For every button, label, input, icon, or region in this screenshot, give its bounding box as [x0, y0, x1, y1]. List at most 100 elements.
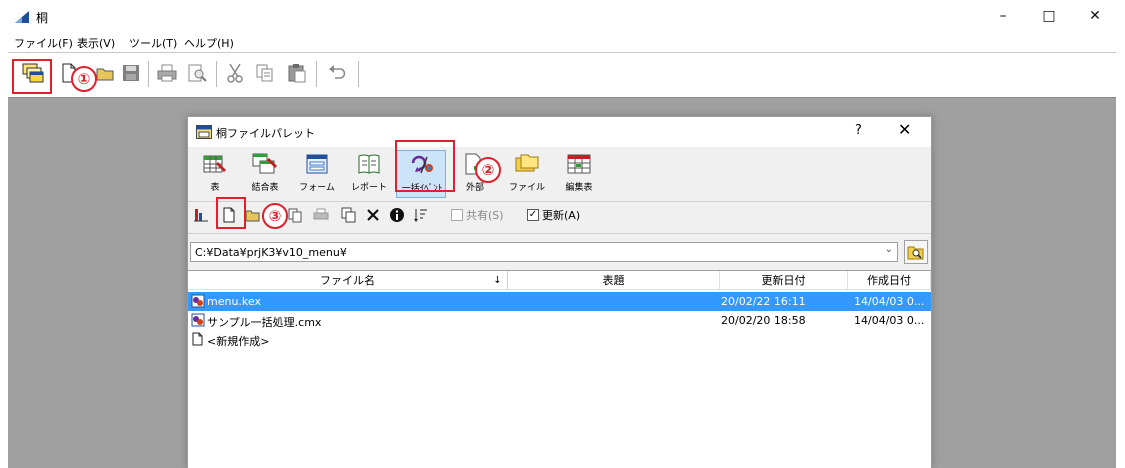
file-row[interactable]: menu.kex 20/02/22 16:11 14/04/03 0... — [188, 292, 931, 311]
category-edit-table[interactable]: 編集表 — [554, 150, 604, 198]
category-joined-table-label: 結合表 — [251, 183, 279, 193]
dialog-delete-button[interactable] — [362, 203, 384, 227]
file-row[interactable]: <新規作成> — [188, 330, 931, 349]
maximize-button[interactable]: □ — [1026, 0, 1072, 32]
shared-checkbox-box — [451, 209, 463, 221]
cut-icon — [227, 63, 243, 83]
paste-icon — [288, 64, 306, 83]
menu-bar: ファイル(F) 表示(V) ツール(T) ヘルプ(H) — [0, 33, 1125, 53]
file-updated: 20/02/22 16:11 — [721, 295, 806, 308]
folder-path-text: C:¥Data¥prjK3¥v10_menu¥ — [195, 246, 347, 259]
step-badge-2: ② — [475, 157, 501, 183]
minimize-button[interactable]: – — [980, 0, 1026, 32]
edit-table-icon — [567, 154, 591, 174]
menu-divider — [8, 52, 1116, 53]
main-toolbar — [8, 55, 1116, 95]
file-palette-icon — [196, 125, 212, 139]
copy-file-icon — [288, 208, 302, 223]
dialog-close-button[interactable]: ✕ — [898, 120, 911, 139]
folder-path-combobox[interactable]: C:¥Data¥prjK3¥v10_menu¥ ⌄ — [190, 242, 898, 262]
bar-chart-icon — [194, 209, 208, 222]
menu-view[interactable]: 表示(V) — [77, 35, 115, 51]
close-button[interactable]: ✕ — [1072, 0, 1118, 32]
category-file[interactable]: ファイル — [502, 150, 552, 198]
update-checkbox-label: 更新(A) — [542, 209, 581, 222]
dialog-print-button[interactable] — [310, 203, 332, 227]
category-table-label: 表 — [210, 183, 220, 193]
app-logo-icon — [14, 10, 30, 24]
sort-indicator-icon[interactable]: ↓ — [488, 271, 508, 290]
column-header-created-label: 作成日付 — [867, 274, 911, 287]
sort-icon — [414, 209, 427, 222]
update-checkbox[interactable]: ✓ 更新(A) — [527, 207, 580, 223]
column-header-created[interactable]: 作成日付 — [848, 271, 931, 290]
shared-checkbox[interactable]: 共有(S) — [451, 207, 504, 223]
browse-folder-button[interactable] — [904, 240, 928, 264]
delete-icon — [367, 209, 379, 221]
kex-file-icon — [191, 294, 205, 308]
copy-button[interactable] — [252, 59, 278, 87]
new-file-icon — [192, 332, 203, 346]
file-row[interactable]: サンプル一括処理.cmx 20/02/20 18:58 14/04/03 0..… — [188, 311, 931, 330]
dialog-sort-button[interactable] — [410, 203, 432, 227]
highlight-box-1 — [12, 59, 52, 94]
undo-icon — [329, 65, 346, 79]
column-header-filename[interactable]: ファイル名 — [188, 271, 508, 290]
cmx-file-icon — [191, 313, 205, 327]
file-created: 14/04/03 0... — [854, 295, 925, 308]
category-report[interactable]: レポート — [344, 150, 394, 198]
dialog-copy-button[interactable] — [338, 203, 360, 227]
copy-icon — [256, 64, 273, 82]
file-list: ファイル名 ↓ 表題 更新日付 作成日付 menu.kex 20/02/22 1… — [188, 270, 931, 468]
update-checkbox-box: ✓ — [527, 209, 539, 221]
chevron-down-icon[interactable]: ⌄ — [885, 244, 893, 255]
table-view-button[interactable] — [190, 203, 212, 227]
category-table[interactable]: 表 — [190, 150, 240, 198]
print-preview-button[interactable] — [184, 59, 210, 87]
save-icon — [123, 65, 139, 81]
menu-help[interactable]: ヘルプ(H) — [184, 35, 234, 51]
print-button[interactable] — [154, 59, 180, 87]
paste-button[interactable] — [284, 59, 310, 87]
info-icon — [390, 208, 404, 222]
print-icon — [313, 208, 329, 220]
dialog-info-button[interactable] — [386, 203, 408, 227]
save-button[interactable] — [118, 59, 144, 87]
print-icon — [157, 64, 177, 82]
dialog-divider — [188, 201, 931, 202]
category-joined-table[interactable]: 結合表 — [240, 150, 290, 198]
column-header-updated[interactable]: 更新日付 — [720, 271, 848, 290]
table-icon — [203, 155, 226, 173]
print-preview-icon — [188, 64, 207, 82]
category-form-label: フォーム — [299, 183, 335, 193]
folder-search-icon — [907, 246, 924, 260]
category-file-label: ファイル — [508, 183, 545, 193]
undo-button[interactable] — [324, 59, 350, 87]
column-header-filename-label: ファイル名 — [320, 274, 375, 287]
menu-file[interactable]: ファイル(F) — [14, 35, 73, 51]
copy-icon — [341, 207, 356, 223]
file-updated: 20/02/20 18:58 — [721, 314, 806, 327]
cut-button[interactable] — [222, 59, 248, 87]
highlight-box-2 — [395, 140, 455, 192]
report-icon — [358, 154, 380, 174]
step-badge-1: ① — [71, 66, 97, 92]
shared-checkbox-label: 共有(S) — [466, 209, 504, 222]
app-title: 桐 — [36, 11, 49, 25]
file-name: menu.kex — [207, 295, 261, 308]
dialog-help-button[interactable]: ? — [855, 123, 862, 138]
file-name: <新規作成> — [207, 335, 270, 348]
file-name: サンプル一括処理.cmx — [207, 316, 322, 329]
dialog-title: 桐ファイルパレット — [216, 127, 315, 140]
menu-tools[interactable]: ツール(T) — [129, 35, 177, 51]
dialog-title-bar: 桐ファイルパレット ? ✕ — [188, 117, 931, 147]
file-folder-icon — [515, 154, 539, 172]
category-report-label: レポート — [350, 183, 387, 193]
open-folder-icon — [245, 210, 260, 222]
column-header-title[interactable]: 表題 — [508, 271, 720, 290]
category-form[interactable]: フォーム — [292, 150, 342, 198]
file-created: 14/04/03 0... — [854, 314, 925, 327]
column-header-updated-label: 更新日付 — [761, 274, 806, 287]
joined-table-icon — [252, 153, 277, 174]
open-file-icon — [96, 68, 114, 81]
